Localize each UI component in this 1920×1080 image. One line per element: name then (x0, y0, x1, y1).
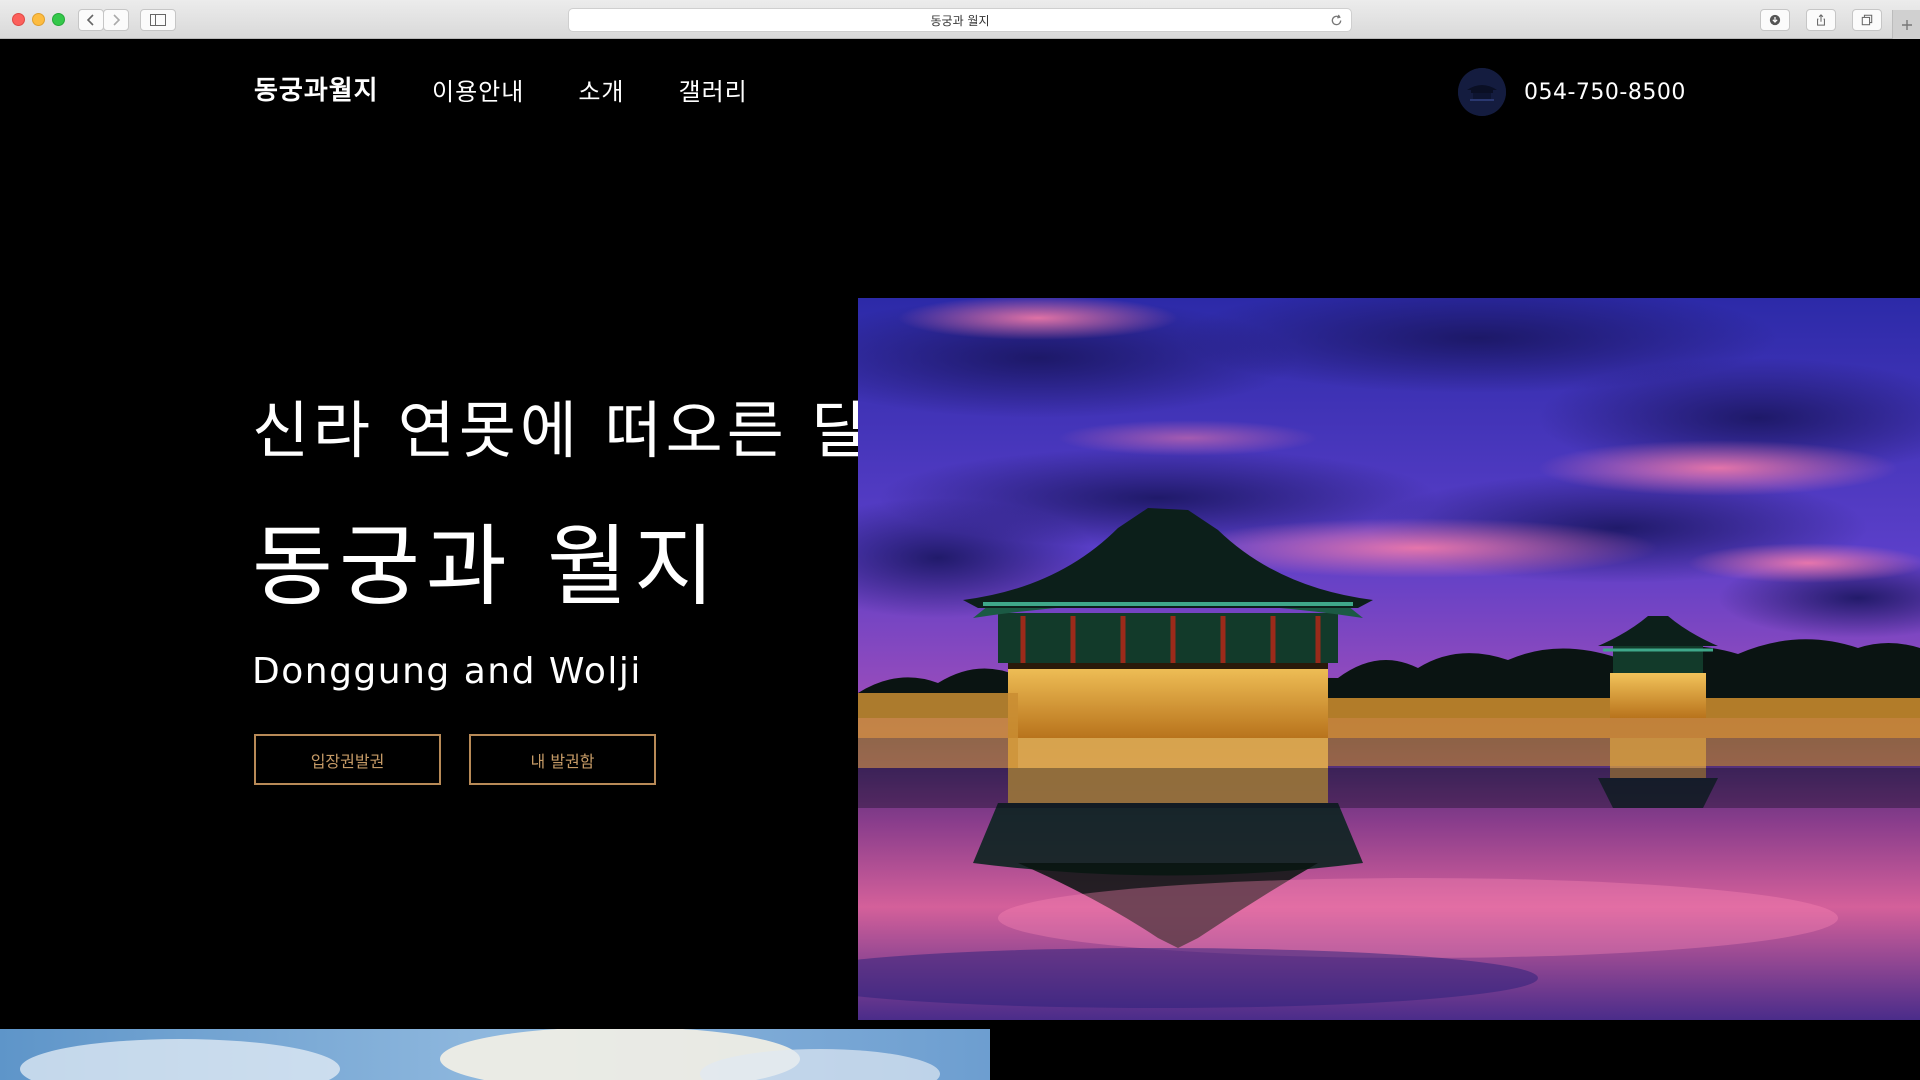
hero-text: 신라 연못에 떠오른 달 동궁과 월지 Donggung and Wolji (252, 380, 872, 692)
pavilion-logo-icon (1458, 68, 1506, 116)
address-bar[interactable]: 동궁과 월지 (568, 8, 1352, 32)
download-icon (1769, 14, 1781, 26)
reload-icon[interactable] (1330, 14, 1343, 27)
sidebar-icon (150, 14, 166, 26)
hero-photo-pavilion-night (858, 298, 1920, 1020)
my-tickets-button[interactable]: 내 발권함 (469, 734, 656, 785)
tabs-icon (1861, 14, 1873, 26)
new-tab-button[interactable] (1892, 10, 1920, 39)
chevron-left-icon (86, 14, 94, 26)
hero-buttons: 입장권발권 내 발권함 (254, 734, 656, 785)
phone-contact: 054-750-8500 (1458, 68, 1686, 116)
plus-icon (1901, 19, 1912, 30)
browser-toolbar: 동궁과 월지 (0, 0, 1920, 39)
minimize-window-button[interactable] (32, 13, 45, 26)
main-nav: 이용안내 소개 갤러리 (432, 72, 748, 107)
share-icon (1817, 14, 1825, 26)
downloads-button[interactable] (1760, 9, 1790, 31)
nav-item-guide[interactable]: 이용안내 (432, 72, 524, 107)
page-title-text: 동궁과 월지 (930, 13, 990, 28)
tabs-overview-button[interactable] (1852, 9, 1882, 31)
hero-english-title: Donggung and Wolji (252, 651, 642, 692)
site-logo[interactable]: 동궁과월지 (254, 70, 379, 107)
web-page: 동궁과월지 이용안내 소개 갤러리 054-750-8500 신라 연못에 떠오… (0, 40, 1920, 1080)
phone-number[interactable]: 054-750-8500 (1524, 80, 1686, 105)
nav-item-gallery[interactable]: 갤러리 (679, 72, 748, 107)
nav-item-intro[interactable]: 소개 (578, 72, 624, 107)
forward-button[interactable] (103, 9, 129, 31)
hero-subtitle: 신라 연못에 떠오른 달 (252, 394, 873, 467)
sidebar-toggle-button[interactable] (140, 9, 176, 31)
close-window-button[interactable] (12, 13, 25, 26)
ticket-issue-button[interactable]: 입장권발권 (254, 734, 441, 785)
hero-title: 동궁과 월지 (252, 515, 721, 618)
share-button[interactable] (1806, 9, 1836, 31)
site-header: 동궁과월지 이용안내 소개 갤러리 054-750-8500 (0, 40, 1920, 130)
back-button[interactable] (78, 9, 104, 31)
zoom-window-button[interactable] (52, 13, 65, 26)
section-photo-sky (0, 1029, 990, 1080)
chevron-right-icon (113, 14, 121, 26)
